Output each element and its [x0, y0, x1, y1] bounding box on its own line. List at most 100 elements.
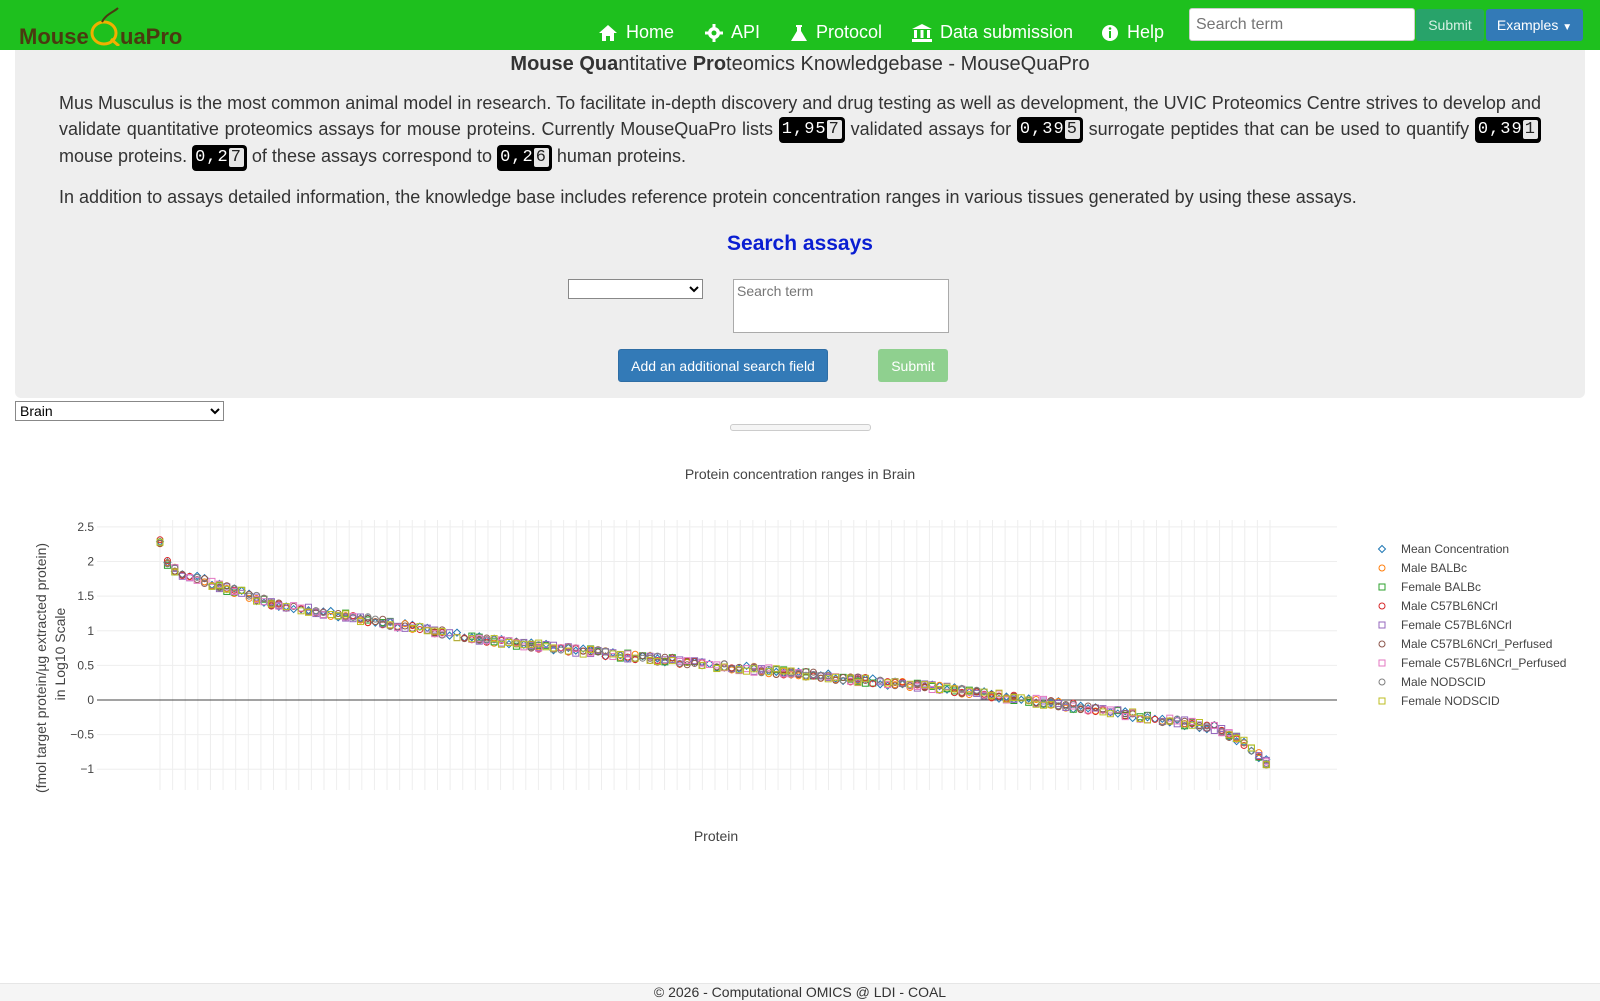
mouse-proteins-counter: 0,39 1: [1474, 117, 1541, 144]
legend-item[interactable]: Female C57BL6NCrl: [1378, 618, 1512, 632]
legend-item[interactable]: Female C57BL6NCrl_Perfused: [1378, 656, 1566, 670]
tissue-select[interactable]: Brain: [15, 401, 224, 421]
peptides-counter-last-digit: 5: [1064, 120, 1080, 140]
y-tick-label: 1: [87, 624, 94, 638]
nav-help[interactable]: Help: [1101, 22, 1164, 43]
legend-marker: [1378, 621, 1386, 629]
legend-item[interactable]: Mean Concentration: [1377, 542, 1510, 556]
y-tick-label: 2.5: [77, 520, 94, 534]
nav-protocol-label: Protocol: [816, 22, 883, 42]
legend-label: Female C57BL6NCrl_Perfused: [1401, 656, 1566, 670]
grid-layer: [97, 520, 1337, 790]
y-axis-label-line2: in Log10 Scale: [52, 607, 68, 700]
legend-marker: [1378, 564, 1386, 572]
chart-title: Protein concentration ranges in Brain: [685, 466, 915, 482]
data-point[interactable]: [1106, 706, 1114, 714]
title-part-bold-2: Pro: [692, 53, 727, 75]
legend-marker: [1378, 640, 1386, 648]
human-assays-counter-last-digit: 7: [228, 147, 244, 167]
loading-progress-bar: [730, 424, 871, 431]
y-tick-label: −1: [80, 762, 94, 776]
legend-marker: [1378, 697, 1386, 705]
legend-item[interactable]: Female BALBc: [1378, 580, 1481, 594]
legend-item[interactable]: Male C57BL6NCrl_Perfused: [1378, 637, 1552, 651]
intro-text-d: mouse proteins.: [59, 146, 188, 167]
legend-label: Female C57BL6NCrl: [1401, 618, 1512, 632]
legend-item[interactable]: Male BALBc: [1378, 561, 1467, 575]
y-axis-label-line1: (fmol target protein/µg extracted protei…: [33, 543, 49, 793]
legend-label: Male BALBc: [1401, 561, 1467, 575]
axis-layer: 2.5 2 1.5 1 0.5 0 −0.5 −1: [70, 520, 94, 776]
y-tick-label: 1.5: [77, 589, 94, 603]
legend-marker: [1377, 544, 1387, 554]
y-tick-label: −0.5: [70, 728, 94, 742]
search-assays-heading: Search assays: [727, 232, 873, 255]
nav-api-label: API: [731, 22, 761, 42]
nav-submit-button[interactable]: Submit: [1416, 9, 1484, 41]
legend-item[interactable]: Female NODSCID: [1378, 694, 1500, 708]
legend-item[interactable]: Male NODSCID: [1378, 675, 1486, 689]
examples-label: Examples: [1496, 17, 1559, 33]
intro-text-f: human proteins.: [556, 146, 686, 167]
intro-text-c: surrogate peptides that can be used to q…: [1088, 119, 1470, 139]
x-axis-label: Protein: [694, 828, 738, 844]
title-part-bold-1: Mouse Qua: [510, 53, 619, 75]
nav-api[interactable]: API: [705, 22, 760, 43]
intro-paragraph: Mus Musculus is the most common animal m…: [59, 90, 1541, 171]
legend-marker: [1378, 583, 1386, 591]
legend-label: Female BALBc: [1401, 580, 1481, 594]
legend-label: Male NODSCID: [1401, 675, 1486, 689]
human-counter-last-digit: 6: [533, 147, 549, 167]
search-field-select[interactable]: [568, 279, 703, 299]
home-icon: [599, 24, 617, 41]
human-counter-digits: 0,2: [500, 147, 534, 167]
search-submit-button[interactable]: Submit: [878, 349, 948, 382]
legend-marker: [1378, 602, 1386, 610]
legend-marker: [1378, 659, 1386, 667]
peptides-counter-digits: 0,39: [1019, 120, 1065, 140]
nav-home-label: Home: [626, 22, 675, 42]
data-point[interactable]: [1151, 715, 1159, 723]
caret-down-icon: ▼: [1562, 22, 1573, 33]
assays-counter: 1,95 7: [778, 117, 845, 144]
legend-label: Mean Concentration: [1401, 542, 1509, 556]
nav-data-submission-label: Data submission: [940, 22, 1074, 42]
legend-item[interactable]: Male C57BL6NCrl: [1378, 599, 1498, 613]
assays-counter-digits: 1,95: [781, 120, 827, 140]
logo-mouse-tail: [101, 7, 119, 23]
legend-label: Female NODSCID: [1401, 694, 1500, 708]
intro-text-b: validated assays for: [850, 119, 1012, 139]
y-tick-label: 2: [87, 555, 94, 569]
footer: © 2026 - Computational OMICS @ LDI - COA…: [0, 983, 1600, 1001]
assays-counter-last-digit: 7: [826, 120, 842, 140]
nav-search-input[interactable]: [1189, 8, 1415, 41]
mouse-counter-last-digit: 1: [1522, 120, 1538, 140]
logo-text-mouse: Mouse: [19, 24, 89, 46]
title-part-2: ntitative: [618, 53, 693, 75]
nav-protocol[interactable]: Protocol: [790, 22, 882, 43]
y-tick-label: 0: [87, 693, 94, 707]
human-assays-counter-digits: 0,2: [195, 147, 229, 167]
bank-icon: [912, 23, 932, 42]
nav-help-label: Help: [1127, 22, 1165, 42]
nav-home[interactable]: Home: [598, 22, 674, 43]
legend-marker: [1378, 678, 1386, 686]
gear-icon: [705, 23, 723, 42]
legend-layer: Mean Concentration Male BALBc Female BALBc…: [1377, 542, 1566, 708]
info-icon: [1102, 24, 1118, 41]
brand-logo[interactable]: Mouse uaPro: [18, 6, 188, 49]
examples-dropdown-button[interactable]: Examples ▼: [1486, 9, 1583, 41]
search-term-textarea[interactable]: [733, 279, 949, 333]
chart-svg: 2.5 2 1.5 1 0.5 0 −0.5 −1 Mean Concentration Mal…: [33, 466, 1566, 844]
add-search-field-button[interactable]: Add an additional search field: [618, 349, 828, 382]
peptides-counter: 0,39 5: [1016, 117, 1083, 144]
legend-label: Male C57BL6NCrl: [1401, 599, 1498, 613]
concentration-chart: 2.5 2 1.5 1 0.5 0 −0.5 −1 Mean Concentration Mal…: [0, 440, 1600, 860]
data-point[interactable]: [453, 633, 461, 641]
legend-label: Male C57BL6NCrl_Perfused: [1401, 637, 1552, 651]
human-proteins-counter: 0,2 6: [497, 144, 552, 171]
page-title: Mouse Quantitative Proteomics Knowledgeb…: [0, 53, 1600, 76]
intro-text-e: of these assays correspond to: [251, 146, 493, 167]
nav-data-submission[interactable]: Data submission: [912, 22, 1073, 43]
navbar: Mouse uaPro Home API Protocol Data submi…: [0, 0, 1600, 50]
